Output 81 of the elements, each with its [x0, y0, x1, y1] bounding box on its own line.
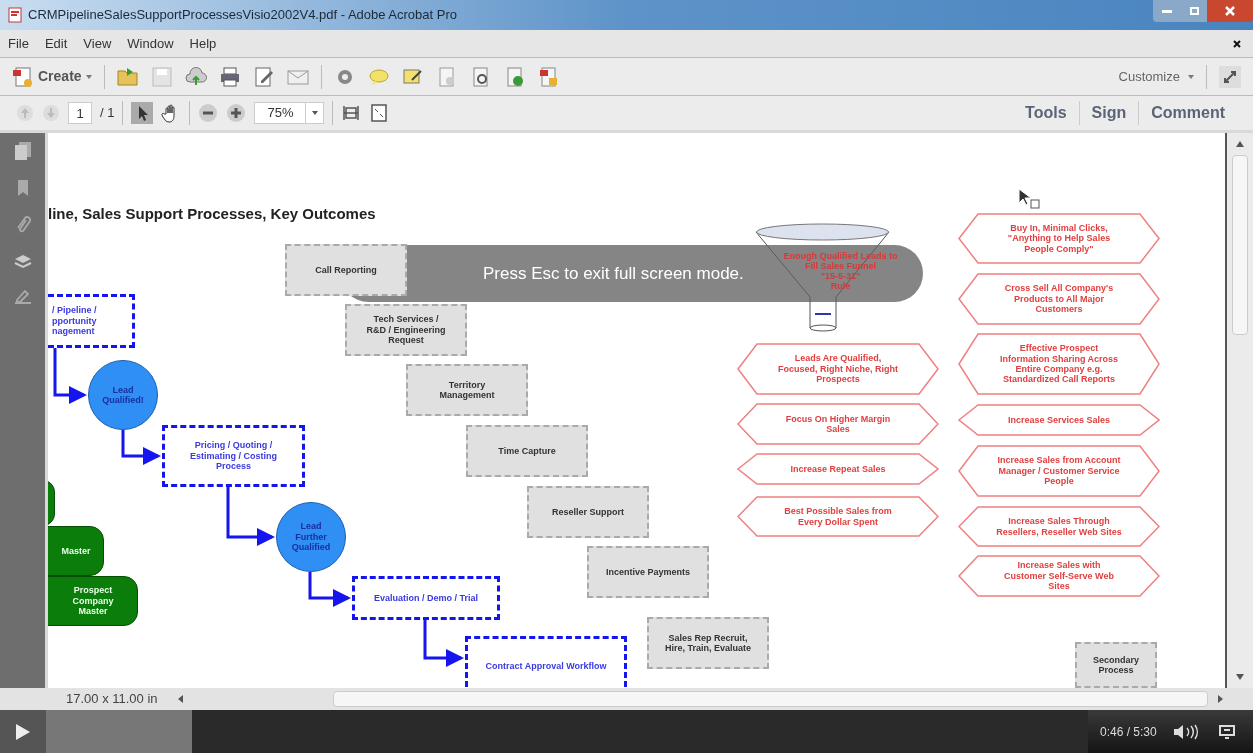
outcome-hexagon: Leads Are Qualified, Focused, Right Niche, Right Prospects	[737, 343, 939, 395]
vertical-scrollbar-thumb[interactable]	[1232, 155, 1248, 335]
caret-icon	[311, 111, 318, 115]
outcome-hexagon: Increase Services Sales	[958, 404, 1160, 436]
scroll-right-icon[interactable]	[1218, 695, 1223, 703]
scroll-down-icon[interactable]	[1236, 674, 1244, 680]
page-number-field[interactable]: 1	[68, 102, 92, 124]
horizontal-scrollbar-thumb[interactable]	[332, 691, 1208, 707]
zoom-dropdown[interactable]: 75%	[254, 102, 325, 124]
paperclip-icon[interactable]	[14, 215, 31, 235]
support-process-box: Sales Rep Recruit, Hire, Train, Evaluate	[647, 617, 769, 669]
page-total: / 1	[100, 104, 115, 123]
zoom-out-icon[interactable]	[198, 103, 219, 123]
play-button[interactable]	[0, 710, 46, 753]
funnel-label: Enough Qualified Leads to Fill Sales Funnel "15-5-31" Rule	[782, 252, 899, 293]
outcome-hexagon: Best Possible Sales from Every Dollar Spent	[737, 496, 939, 537]
outcome-hexagon: Increase Repeat Sales	[737, 453, 939, 485]
process-box: Evaluation / Demo / Trial	[352, 576, 500, 620]
support-process-box: Territory Management	[406, 364, 528, 416]
playback-time: 0:46 / 5:30	[1100, 723, 1157, 741]
process-box: Pricing / Quoting / Estimating / Costing Process	[162, 425, 305, 487]
outcome-hexagon: Increase Sales Through Resellers, Reseller Web Sites	[958, 506, 1160, 547]
scroll-up-icon[interactable]	[1236, 141, 1244, 147]
pages-icon[interactable]	[13, 141, 32, 161]
process-box: / Pipeline / pportunity nagement	[48, 294, 135, 348]
support-process-box: Secondary Process	[1075, 642, 1157, 688]
play-icon	[16, 723, 30, 740]
connector-arrow	[53, 348, 87, 404]
close-icon	[1224, 5, 1236, 17]
expand-icon[interactable]	[1219, 65, 1241, 88]
captions-icon[interactable]	[1218, 724, 1235, 739]
close-icon[interactable]	[1233, 39, 1241, 48]
support-process-box: Tech Services / R&D / Engineering Request	[345, 304, 467, 356]
minimize-button[interactable]	[1153, 0, 1181, 22]
panel-tab[interactable]: Tools	[1013, 101, 1079, 125]
connector-arrow	[423, 620, 464, 667]
menu-item[interactable]: File	[8, 33, 29, 54]
support-process-box: Call Reporting	[285, 244, 407, 296]
close-button[interactable]	[1207, 0, 1253, 22]
connector-arrow	[226, 487, 275, 546]
page-size-label: 17.00 x 11.00 in	[66, 690, 158, 709]
outcome-hexagon: Buy In, Minimal Clicks, "Anything to Help Sales People Comply"	[958, 213, 1160, 264]
connector-arrow	[121, 430, 161, 465]
volume-icon[interactable]	[1172, 723, 1199, 740]
diagram-title: line, Sales Support Processes, Key Outcomes	[48, 204, 376, 224]
panel-tab[interactable]: Comment	[1139, 101, 1237, 125]
support-process-box: Incentive Payments	[587, 546, 709, 598]
panel-tab[interactable]: Sign	[1079, 101, 1139, 125]
database-cylinder: Master	[48, 526, 104, 576]
process-box: Contract Approval Workflow	[465, 636, 627, 688]
support-process-box: Time Capture	[466, 425, 588, 477]
menu-item[interactable]: Edit	[44, 33, 68, 54]
menu-item[interactable]: View	[83, 33, 112, 54]
print-icon[interactable]	[218, 65, 241, 88]
folder-icon[interactable]	[116, 65, 139, 88]
create-button[interactable]: Create	[12, 65, 92, 88]
restore-button[interactable]	[1181, 0, 1207, 22]
document-tag-icon[interactable]	[537, 65, 560, 88]
cloud-upload-icon[interactable]	[184, 65, 207, 88]
outcome-hexagon: Increase Sales with Customer Self-Serve Web Sites	[958, 555, 1160, 597]
scroll-left-icon[interactable]	[177, 695, 183, 703]
caret-icon	[1188, 74, 1194, 79]
fit-width-icon[interactable]	[341, 103, 362, 123]
outcome-hexagon: Effective Prospect Information Sharing Across Entire Company e.g. Standardized Call Reports	[958, 333, 1160, 395]
fit-page-icon[interactable]	[369, 103, 390, 123]
pdf-app-icon	[8, 7, 24, 23]
zoom-in-icon[interactable]	[226, 103, 247, 123]
outcome-hexagon: Increase Sales from Account Manager / Customer Service People	[958, 445, 1160, 497]
database-cylinder: Prospect Company Master	[48, 576, 138, 626]
layers-icon[interactable]	[13, 253, 32, 271]
window-title: CRMPipelineSalesSupportProcessesVisio2002V4.pdf - Adobe Acrobat Pro	[28, 6, 457, 25]
menu-item[interactable]: Window	[127, 33, 174, 54]
customize-button[interactable]: Customize	[1118, 66, 1194, 87]
support-process-box: Reseller Support	[527, 486, 649, 538]
edit-document-icon[interactable]	[252, 65, 275, 88]
create-pdf-icon	[12, 65, 34, 88]
outcome-hexagon: Focus On Higher Margin Sales	[737, 403, 939, 445]
connector-arrow	[308, 572, 351, 607]
outcome-hexagon: Cross Sell All Company's Products to All Major Customers	[958, 273, 1160, 325]
caret-icon	[85, 74, 92, 79]
menu-item[interactable]: Help	[189, 33, 217, 54]
